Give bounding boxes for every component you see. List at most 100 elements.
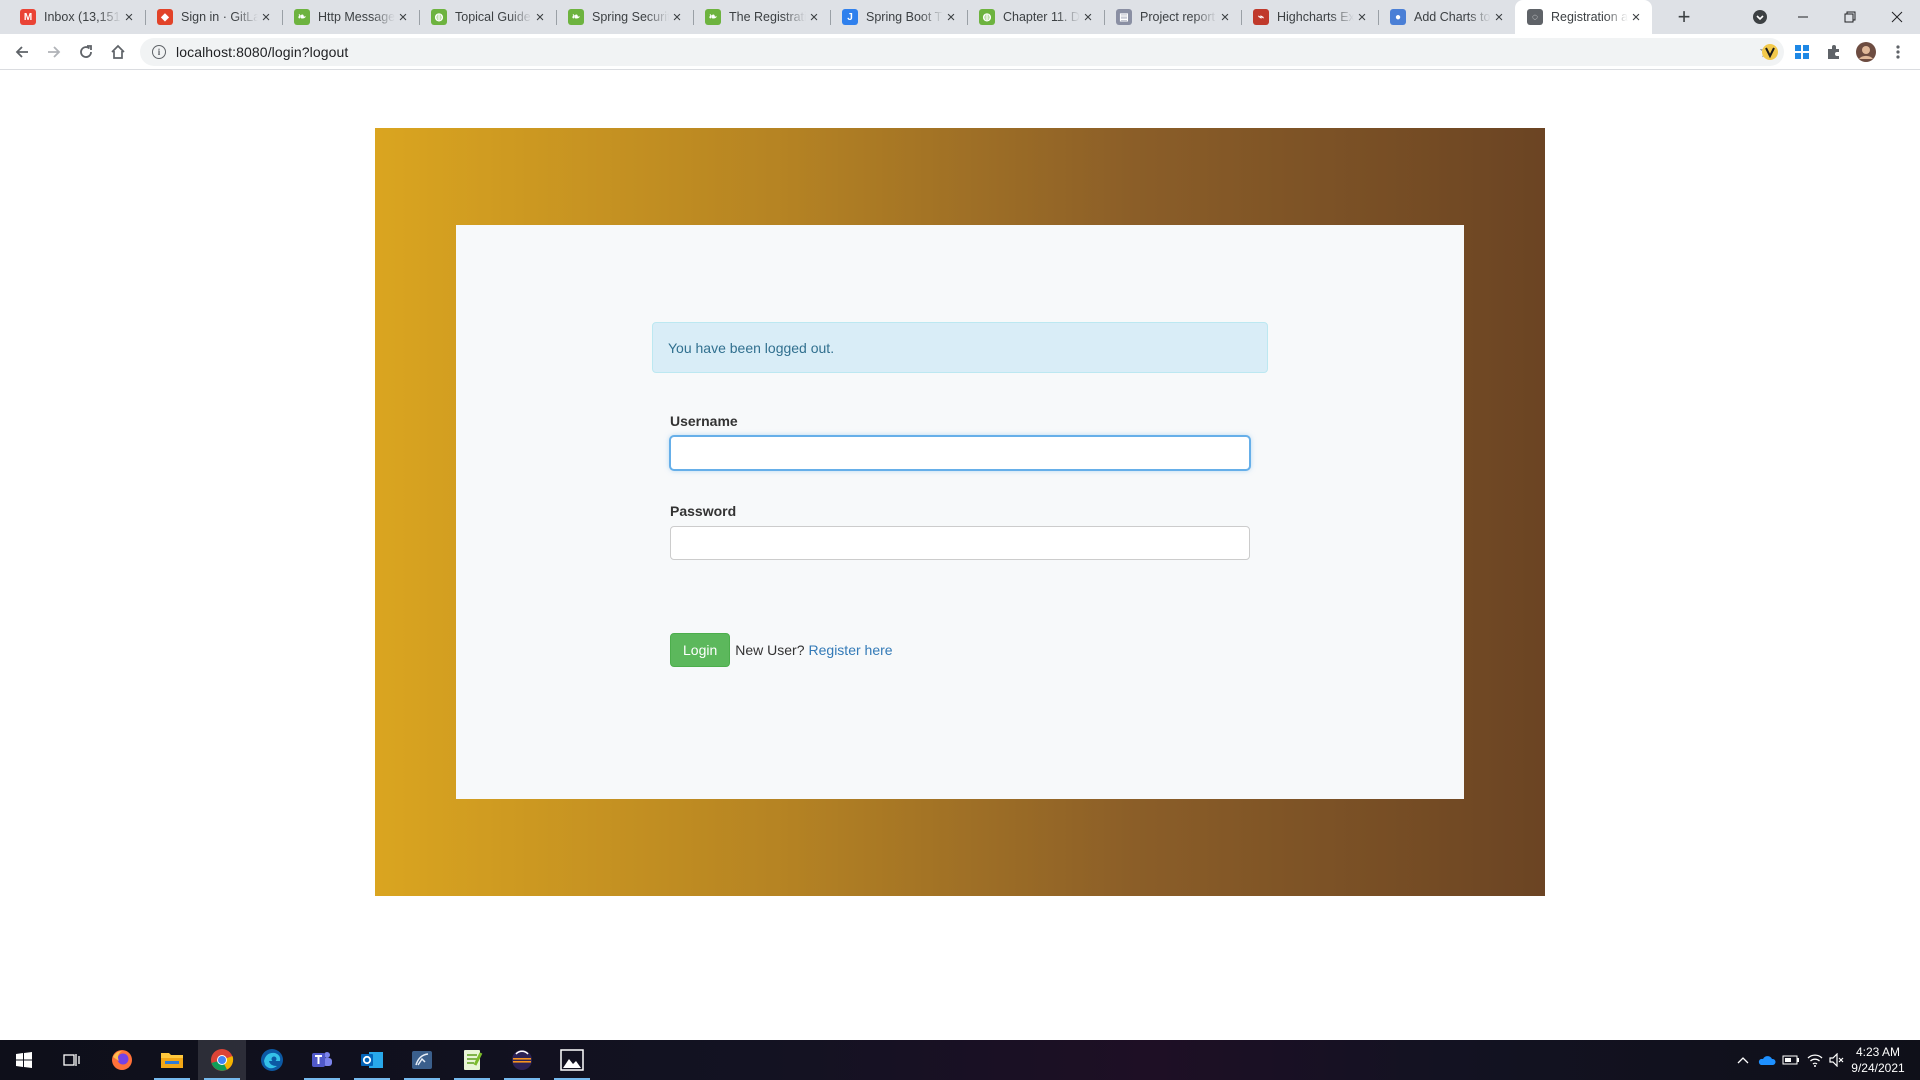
spring-leaf-icon: ❧	[705, 9, 721, 25]
minimize-button[interactable]	[1780, 0, 1826, 34]
file-explorer-taskbar[interactable]	[148, 1040, 196, 1080]
tab-title: The Registration	[729, 10, 806, 24]
browser-tab[interactable]: ❧ Http Messages ×	[282, 0, 419, 34]
show-hidden-icons-button[interactable]	[1734, 1040, 1752, 1080]
vpn-extension-icon[interactable]	[1760, 42, 1780, 62]
login-button[interactable]: Login	[670, 633, 731, 667]
wifi-tray[interactable]	[1804, 1040, 1826, 1080]
eclipse-taskbar[interactable]	[498, 1040, 546, 1080]
alert-text: You have been logged out.	[668, 339, 835, 356]
url-text[interactable]: localhost:8080/login?logout	[176, 44, 348, 60]
start-button[interactable]	[0, 1040, 48, 1080]
browser-tab[interactable]: ◌ Registration a ×	[1515, 0, 1652, 34]
photos-taskbar[interactable]	[548, 1040, 596, 1080]
task-view-icon	[63, 1054, 80, 1066]
file-explorer-icon	[161, 1053, 183, 1068]
chrome-icon	[211, 1049, 234, 1071]
new-user-text: New User?	[735, 642, 805, 658]
new-tab-button[interactable]: +	[1672, 4, 1696, 29]
tab-search-icon	[1753, 10, 1767, 24]
tab-close-icon[interactable]: ×	[395, 9, 411, 26]
page-content: You have been logged out. Username Passw…	[0, 70, 1920, 1040]
wifi-icon	[1807, 1054, 1823, 1067]
minimize-icon	[1798, 16, 1808, 18]
username-group: Username	[670, 413, 1250, 470]
tab-title: Registration a	[1551, 10, 1628, 24]
browser-tab[interactable]: ◆ Sign in · GitLab×	[145, 0, 282, 34]
browser-tab[interactable]: ◍ Topical Guide ×	[419, 0, 556, 34]
eclipse-icon	[512, 1050, 532, 1070]
chrome-menu-icon[interactable]	[1888, 42, 1908, 62]
close-window-button[interactable]	[1874, 0, 1920, 34]
spring-icon: ◍	[979, 9, 995, 25]
login-form: Username Password	[670, 413, 1250, 593]
spring-leaf-icon: ❧	[568, 9, 584, 25]
tab-title: Highcharts Ex	[1277, 10, 1354, 24]
tab-title: Spring Security	[592, 10, 669, 24]
globe-icon: ●	[1390, 9, 1406, 25]
back-button[interactable]	[8, 38, 36, 66]
password-input[interactable]	[670, 526, 1250, 560]
onedrive-tray[interactable]	[1756, 1040, 1778, 1080]
onedrive-cloud-icon	[1758, 1056, 1776, 1065]
notepad-plus-icon	[464, 1050, 483, 1070]
tab-close-icon[interactable]: ×	[258, 9, 274, 26]
restore-button[interactable]	[1827, 0, 1873, 34]
chrome-taskbar[interactable]	[198, 1040, 246, 1080]
home-icon	[111, 44, 125, 59]
browser-tab[interactable]: ⌁ Highcharts Ex ×	[1241, 0, 1378, 34]
outlook-icon	[361, 1052, 383, 1068]
firefox-taskbar[interactable]	[98, 1040, 146, 1080]
forward-button[interactable]	[40, 38, 68, 66]
task-view-button[interactable]	[48, 1040, 96, 1080]
tab-title: Inbox (13,151)	[44, 10, 121, 24]
volume-tray[interactable]	[1826, 1040, 1848, 1080]
username-input[interactable]	[670, 436, 1250, 470]
register-link[interactable]: Register here	[809, 642, 893, 658]
reload-button[interactable]	[72, 38, 100, 66]
system-clock[interactable]: 4:23 AM 9/24/2021	[1848, 1044, 1908, 1076]
tab-close-icon[interactable]: ×	[669, 9, 685, 26]
edge-taskbar[interactable]	[248, 1040, 296, 1080]
tab-title: Topical Guide	[455, 10, 531, 24]
outlook-taskbar[interactable]	[348, 1040, 396, 1080]
gitlab-icon: ◆	[157, 9, 173, 25]
browser-tab[interactable]: ◍ Chapter 11. D ×	[967, 0, 1104, 34]
start-icon	[16, 1052, 32, 1068]
windows-extension-icon[interactable]	[1792, 42, 1812, 62]
tab-close-icon[interactable]: ×	[806, 9, 822, 26]
browser-tab[interactable]: J Spring Boot T ×	[830, 0, 967, 34]
tab-close-icon[interactable]: ×	[943, 9, 959, 26]
extensions-puzzle-icon[interactable]	[1824, 42, 1844, 62]
tab-close-icon[interactable]: ×	[1080, 9, 1096, 26]
notepad-plus-taskbar[interactable]	[448, 1040, 496, 1080]
tab-close-icon[interactable]: ×	[1354, 9, 1370, 26]
globe-icon: ◌	[1527, 9, 1543, 25]
tab-title: Spring Boot T	[866, 10, 943, 24]
home-button[interactable]	[104, 38, 132, 66]
restore-icon	[1844, 11, 1856, 23]
tab-close-icon[interactable]: ×	[1628, 9, 1644, 26]
sql-developer-taskbar[interactable]	[398, 1040, 446, 1080]
teams-taskbar[interactable]	[298, 1040, 346, 1080]
browser-tab[interactable]: ● Add Charts to ×	[1378, 0, 1515, 34]
tab-close-icon[interactable]: ×	[1491, 9, 1507, 26]
site-info-icon[interactable]: i	[152, 45, 166, 59]
browser-tab[interactable]: ❧ Spring Security ×	[556, 0, 693, 34]
clock-time: 4:23 AM	[1855, 1045, 1901, 1059]
tab-close-icon[interactable]: ×	[121, 9, 137, 26]
login-card: You have been logged out. Username Passw…	[456, 225, 1464, 799]
profile-avatar[interactable]	[1856, 42, 1876, 62]
password-group: Password	[670, 503, 1250, 560]
address-bar[interactable]: i localhost:8080/login?logout ☆	[140, 38, 1784, 66]
tab-close-icon[interactable]: ×	[532, 9, 548, 26]
teams-icon	[312, 1052, 332, 1067]
browser-tab[interactable]: M Inbox (13,151) ×	[8, 0, 145, 34]
spring-icon: ◍	[431, 9, 447, 25]
browser-tab[interactable]: ❧ The Registration×	[693, 0, 830, 34]
browser-tab[interactable]: ▤ Project report ×	[1104, 0, 1241, 34]
battery-tray[interactable]	[1780, 1040, 1802, 1080]
tab-search-button[interactable]	[1737, 0, 1783, 34]
battery-icon	[1782, 1055, 1799, 1065]
tab-close-icon[interactable]: ×	[1217, 9, 1233, 26]
